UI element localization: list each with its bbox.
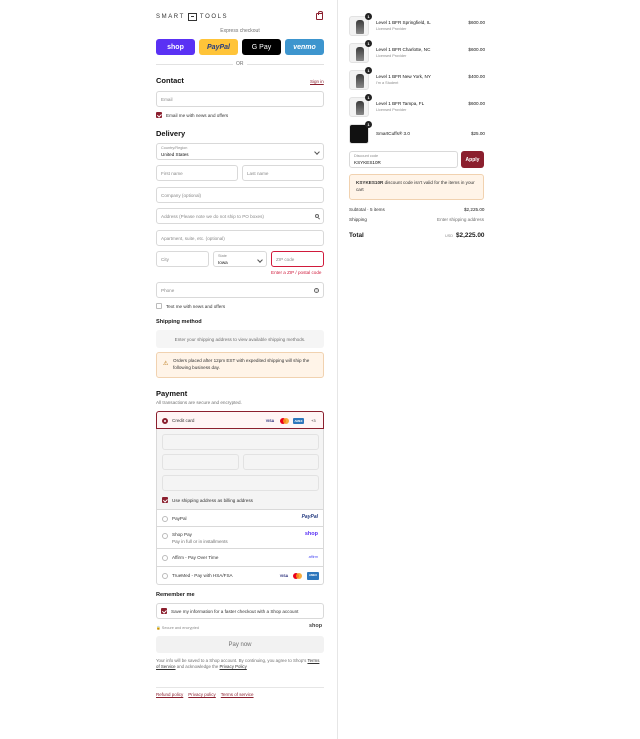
truemed-radio[interactable] bbox=[162, 573, 168, 579]
last-name-input[interactable]: Last name bbox=[242, 165, 324, 181]
cart-item: 1 SmartCuffs® 3.0 $25.00 bbox=[349, 121, 485, 144]
remember-me-heading: Remember me bbox=[156, 592, 195, 598]
shop-pay-option[interactable]: Shop Pay Pay in full or in installments … bbox=[156, 527, 324, 549]
card-cvv-input[interactable] bbox=[243, 454, 319, 470]
shopping-bag-icon[interactable] bbox=[316, 11, 323, 20]
express-checkout-label: Express checkout bbox=[220, 28, 260, 34]
delivery-heading: Delivery bbox=[156, 129, 186, 138]
credit-card-option[interactable]: Credit card VISA AMEX +3 bbox=[156, 411, 324, 429]
or-text: OR bbox=[233, 61, 247, 67]
discount-code-input[interactable]: Discount code KSYKES10R bbox=[349, 151, 458, 168]
footer-divider bbox=[156, 687, 324, 688]
subtotal-value: $2,225.00 bbox=[464, 207, 485, 212]
zip-error-text: Enter a ZIP / postal code bbox=[271, 270, 322, 275]
help-icon[interactable]: ? bbox=[314, 288, 319, 293]
logo-mark-icon bbox=[187, 13, 197, 21]
sign-in-link[interactable]: Sign in bbox=[310, 79, 324, 84]
google-pay-button[interactable]: G Pay bbox=[242, 39, 281, 55]
city-input[interactable]: City bbox=[156, 251, 209, 267]
paypal-radio[interactable] bbox=[162, 516, 168, 522]
currency-code: USD bbox=[445, 234, 454, 238]
amex-icon: AMEX bbox=[293, 418, 304, 424]
text-news-row[interactable]: Text me with news and offers bbox=[156, 303, 225, 309]
apply-discount-button[interactable]: Apply bbox=[461, 151, 484, 168]
shop-pay-radio[interactable] bbox=[162, 533, 168, 539]
cart-item: 1 Level 1 BFR Tampa, FL Licensed Provide… bbox=[349, 94, 485, 117]
venmo-button[interactable]: venmo bbox=[285, 39, 324, 55]
secure-note: 🔒 Secure and encrypted bbox=[156, 626, 199, 630]
shop-pay-button[interactable]: shop bbox=[156, 39, 195, 55]
chevron-down-icon bbox=[314, 149, 320, 155]
discount-warning: KSYKES10R discount code isn't valid for … bbox=[349, 174, 484, 200]
text-news-checkbox[interactable] bbox=[156, 303, 162, 309]
apartment-input[interactable]: Apartment, suite, etc. (optional) bbox=[156, 230, 324, 246]
billing-same-row[interactable]: Use shipping address as billing address bbox=[162, 497, 253, 503]
phone-input[interactable]: Phone ? bbox=[156, 282, 324, 298]
shipping-warning: ⚠ Orders placed after 12pm EST with expe… bbox=[156, 352, 324, 378]
cart-item: 1 Level 1 BFR New York, NY I'm a Student… bbox=[349, 67, 485, 90]
warning-icon: ⚠ bbox=[163, 361, 169, 367]
quantity-badge: 1 bbox=[365, 13, 372, 20]
mastercard-icon bbox=[293, 573, 302, 579]
shop-logo-icon: shop bbox=[304, 531, 318, 537]
footer-links: Refund policy Privacy policy Terms of se… bbox=[156, 692, 254, 697]
affirm-option[interactable]: Affirm - Pay Over Time affirm bbox=[156, 549, 324, 567]
affirm-radio[interactable] bbox=[162, 555, 168, 561]
chevron-down-icon bbox=[257, 257, 263, 263]
contact-heading: Contact bbox=[156, 76, 184, 85]
quantity-badge: 1 bbox=[365, 94, 372, 101]
email-input[interactable]: Email bbox=[156, 91, 324, 107]
quantity-badge: 1 bbox=[365, 40, 372, 47]
paypal-option[interactable]: PayPal PayPal bbox=[156, 509, 324, 527]
shipping-method-heading: Shipping method bbox=[156, 319, 202, 325]
refund-policy-link[interactable]: Refund policy bbox=[156, 692, 183, 697]
brand-logo[interactable]: SMART TOOLS bbox=[156, 13, 228, 21]
terms-of-service-link[interactable]: Terms of service bbox=[221, 692, 254, 697]
card-number-input[interactable] bbox=[162, 434, 319, 450]
pay-now-button[interactable]: Pay now bbox=[156, 636, 324, 653]
cart-item: 1 Level 1 BFR Charlotte, NC Licensed Pro… bbox=[349, 40, 485, 63]
paypal-button[interactable]: PayPal bbox=[199, 39, 238, 55]
shipping-label: Shipping bbox=[349, 217, 367, 222]
first-name-input[interactable]: First name bbox=[156, 165, 238, 181]
payment-heading: Payment bbox=[156, 389, 188, 398]
truemed-option[interactable]: TrueMed - Pay with HSA/FSA VISA AMEX bbox=[156, 567, 324, 585]
zip-input[interactable]: ZIP code bbox=[271, 251, 324, 267]
amex-icon: AMEX bbox=[307, 572, 319, 580]
quantity-badge: 1 bbox=[365, 67, 372, 74]
total-value: $2,225.00 bbox=[456, 232, 485, 239]
subtotal-label: Subtotal · 5 items bbox=[349, 207, 385, 212]
shop-logo-icon: shop bbox=[309, 623, 323, 629]
credit-card-radio[interactable] bbox=[162, 418, 168, 424]
shipping-value: Enter shipping address bbox=[437, 217, 484, 222]
lock-icon: 🔒 bbox=[156, 626, 161, 630]
save-info-checkbox[interactable] bbox=[161, 608, 167, 614]
card-name-input[interactable] bbox=[162, 475, 319, 491]
visa-icon: VISA bbox=[265, 419, 275, 423]
payment-subtitle: All transactions are secure and encrypte… bbox=[156, 400, 242, 405]
privacy-policy-link[interactable]: Privacy policy bbox=[188, 692, 216, 697]
total-label: Total bbox=[349, 232, 364, 239]
save-info-row[interactable]: Save my information for a faster checkou… bbox=[156, 603, 324, 619]
company-input[interactable]: Company (optional) bbox=[156, 187, 324, 203]
search-icon bbox=[315, 214, 319, 218]
email-news-row[interactable]: Email me with news and offers bbox=[156, 112, 228, 118]
email-news-checkbox[interactable] bbox=[156, 112, 162, 118]
billing-same-checkbox[interactable] bbox=[162, 497, 168, 503]
visa-icon: VISA bbox=[279, 574, 289, 578]
cart-item: 1 Level 1 BFR Springfield, IL Licensed P… bbox=[349, 13, 485, 36]
card-expiry-input[interactable] bbox=[162, 454, 239, 470]
shop-privacy-link[interactable]: Privacy Policy bbox=[220, 664, 247, 669]
country-select[interactable]: Country/Region United States bbox=[156, 143, 324, 160]
shop-account-note: Your info will be saved to a Shop accoun… bbox=[156, 658, 320, 669]
affirm-logo-icon: affirm bbox=[308, 555, 318, 559]
state-select[interactable]: State Iowa bbox=[213, 251, 267, 267]
credit-card-fields: Use shipping address as billing address bbox=[156, 429, 324, 509]
checkout-form-column: SMART TOOLS Express checkout shop PayPal… bbox=[0, 0, 337, 739]
quantity-badge: 1 bbox=[365, 121, 372, 128]
paypal-logo-icon: PayPal bbox=[301, 514, 318, 520]
mastercard-icon bbox=[280, 418, 289, 424]
address-input[interactable]: Address (Please note we do not ship to P… bbox=[156, 208, 324, 224]
shipping-placeholder: Enter your shipping address to view avai… bbox=[156, 330, 324, 348]
